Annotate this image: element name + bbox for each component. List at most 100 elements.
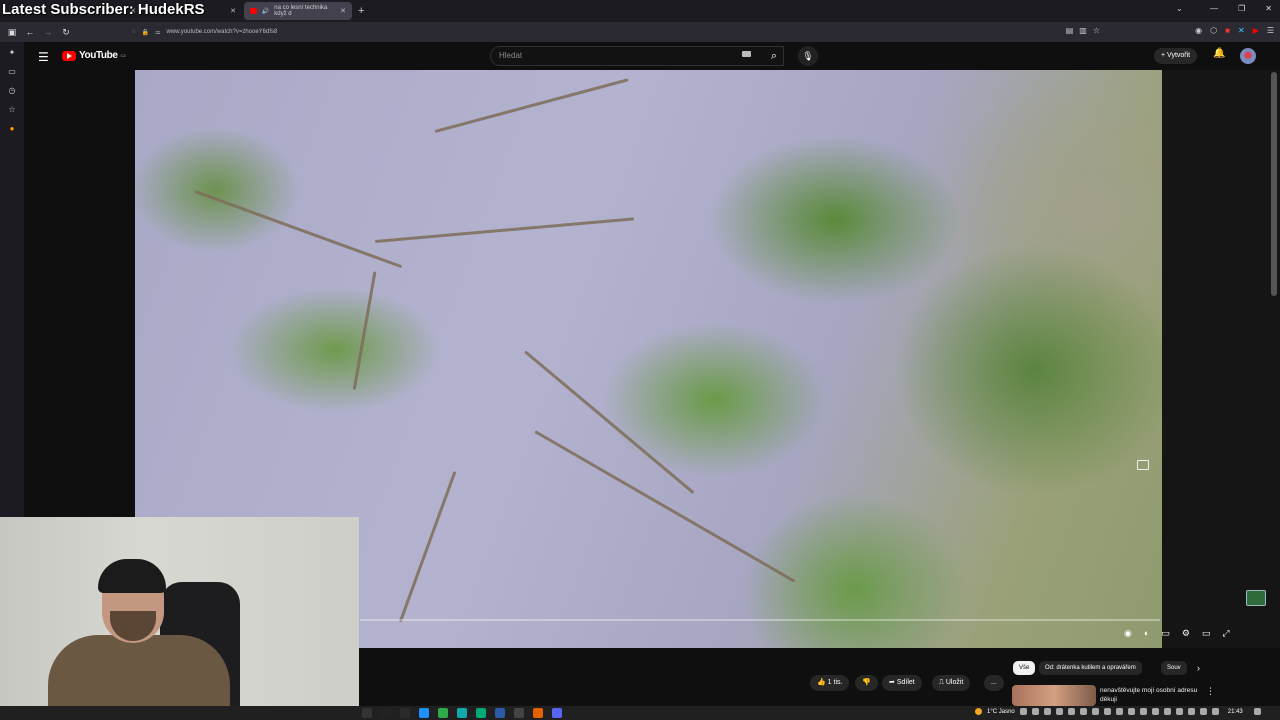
tray-icon[interactable] [1055,708,1063,715]
extension-icon[interactable]: ■ [1225,26,1230,35]
tray-icon[interactable] [1175,708,1183,715]
save-button[interactable]: ⎍ Uložit [932,675,971,691]
tray-icon[interactable] [1163,708,1171,715]
new-tab-button[interactable]: + [358,5,364,17]
browser-nav-bar: ▣ ← → ↻ ◌ 🔒 ⚌ www.youtube.com/watch?v=zh… [0,22,1280,42]
tray-icon[interactable] [1019,708,1027,715]
theater-mode-icon[interactable]: ▭ [1202,628,1211,639]
reader-view-icon[interactable]: ▤ [1066,26,1074,35]
taskbar-app-icon[interactable] [362,708,372,718]
browser-tab-active[interactable]: 🔊 na co lesní technika když d ✕ [244,2,352,20]
taskbar-app-icon[interactable] [514,708,524,718]
tray-icon[interactable] [1103,708,1111,715]
more-actions-button[interactable]: ... [984,675,1004,691]
firefox-taskbar-icon[interactable] [533,708,543,718]
subtitles-icon[interactable]: ▭ [1161,628,1170,639]
microphone-icon[interactable]: 🎙 [798,46,818,66]
taskbar-app-icon[interactable] [419,708,429,718]
taskbar-app-icon[interactable] [552,708,562,718]
system-tray: 1°C Jasno 21:43 [975,708,1261,715]
settings-sliders-icon[interactable]: ⚌ [155,29,160,36]
tray-icon[interactable] [1043,708,1051,715]
like-button[interactable]: 👍 1 tis. [810,675,850,691]
chip-related[interactable]: Souv [1161,661,1187,675]
taskbar-app-icon[interactable] [381,708,391,718]
close-window-icon[interactable]: ✕ [1265,4,1272,13]
tray-icon[interactable] [1127,708,1135,715]
history-icon[interactable]: ◷ [9,86,16,95]
tray-icon[interactable] [1091,708,1099,715]
account-icon[interactable]: ◉ [1195,26,1202,35]
minimize-icon[interactable]: — [1210,4,1218,13]
video-progress-bar[interactable] [360,619,1160,621]
recommendation-thumbnail[interactable] [1012,685,1096,706]
tray-icon[interactable] [1151,708,1159,715]
keyboard-icon[interactable] [742,51,751,57]
tray-icon[interactable] [1031,708,1039,715]
tray-icon[interactable] [1067,708,1075,715]
taskbar-app-icon[interactable] [457,708,467,718]
autoplay-toggle-icon[interactable]: ◐ [1144,628,1149,639]
clock[interactable]: 21:43 [1228,709,1243,715]
autoplay-icon[interactable]: ◉ [1124,628,1132,639]
restore-icon[interactable]: ❐ [1238,4,1245,13]
chip-from-channel[interactable]: Od: drátenka kutilem a opravářem [1039,661,1142,675]
forward-icon[interactable]: → [39,27,57,37]
tray-icon[interactable] [1199,708,1207,715]
hamburger-menu-icon[interactable]: ☰ [38,50,49,64]
taskbar-app-icon[interactable] [438,708,448,718]
taskbar-app-icon[interactable] [400,708,410,718]
url-text[interactable]: www.youtube.com/watch?v=zhooeY6dfs8 [166,29,277,35]
weather-text[interactable]: 1°C Jasno [987,709,1015,715]
tray-icon[interactable] [1187,708,1195,715]
youtube-logo-text: YouTube [79,50,118,61]
audio-icon[interactable]: 🔊 [262,8,269,15]
pip-icon[interactable]: ▥ [1079,26,1087,35]
youtube-extension-icon[interactable]: ▶ [1253,26,1259,35]
tray-icon[interactable] [1139,708,1147,715]
ai-chatbot-icon[interactable]: ✦ [9,48,16,57]
miniplayer-icon[interactable] [1137,460,1149,470]
close-icon[interactable]: ✕ [230,7,236,15]
logo-country-code: CZ [120,53,126,58]
channel-watermark[interactable] [1246,590,1266,606]
bookmarks-icon[interactable]: ☆ [8,105,15,114]
chip-all[interactable]: Vše [1013,661,1036,675]
like-count: 1 tis. [827,679,843,686]
share-button[interactable]: ➦ Sdílet [882,675,922,691]
url-bar[interactable]: ◌ 🔒 ⚌ www.youtube.com/watch?v=zhooeY6dfs… [132,25,1062,39]
chevron-right-icon[interactable]: › [1197,663,1200,673]
tracking-shield-icon[interactable]: ◌ [132,29,136,35]
search-icon[interactable]: ⌕ [761,46,787,66]
extensions-icon[interactable]: ⬡ [1210,26,1217,35]
extension-icon[interactable]: ● [10,124,15,133]
youtube-logo[interactable]: YouTube CZ [62,50,126,61]
bookmark-star-icon[interactable]: ☆ [1093,26,1100,35]
tray-icon[interactable] [1079,708,1087,715]
notification-icon[interactable] [1253,708,1261,715]
taskbar-app-icon[interactable] [476,708,486,718]
avatar[interactable] [1240,48,1256,64]
fullscreen-icon[interactable]: ⤢ [1222,628,1229,639]
search-input[interactable]: Hledat [490,46,784,66]
youtube-header: ☰ YouTube CZ Hledat ⌕ 🎙 + Vytvořit 🔔 [24,42,1280,70]
tab-list-chevron-icon[interactable]: ⌄ [1176,4,1183,13]
menu-icon[interactable]: ☰ [1267,26,1274,35]
settings-gear-icon[interactable]: ⚙ [1182,628,1190,639]
recommendation-title[interactable]: nenavštěvujte mojí osobní adresu děkuji [1100,686,1200,704]
weather-icon[interactable] [975,708,982,715]
reload-icon[interactable]: ↻ [57,27,75,38]
synced-tabs-icon[interactable]: ▭ [8,67,16,76]
notifications-bell-icon[interactable]: 🔔 [1213,48,1225,59]
create-button[interactable]: + Vytvořit [1154,48,1198,64]
dislike-button[interactable]: 👎 [855,675,878,691]
more-vert-icon[interactable]: ⋮ [1206,686,1215,697]
sidebar-toggle-icon[interactable]: ▣ [3,27,21,38]
close-icon[interactable]: ✕ [340,7,346,15]
taskbar-app-icon[interactable] [495,708,505,718]
back-icon[interactable]: ← [21,27,39,37]
scrollbar[interactable] [1271,72,1277,296]
tray-icon[interactable] [1115,708,1123,715]
tray-icon[interactable] [1211,708,1219,715]
extension-icon[interactable]: ✕ [1238,26,1245,35]
